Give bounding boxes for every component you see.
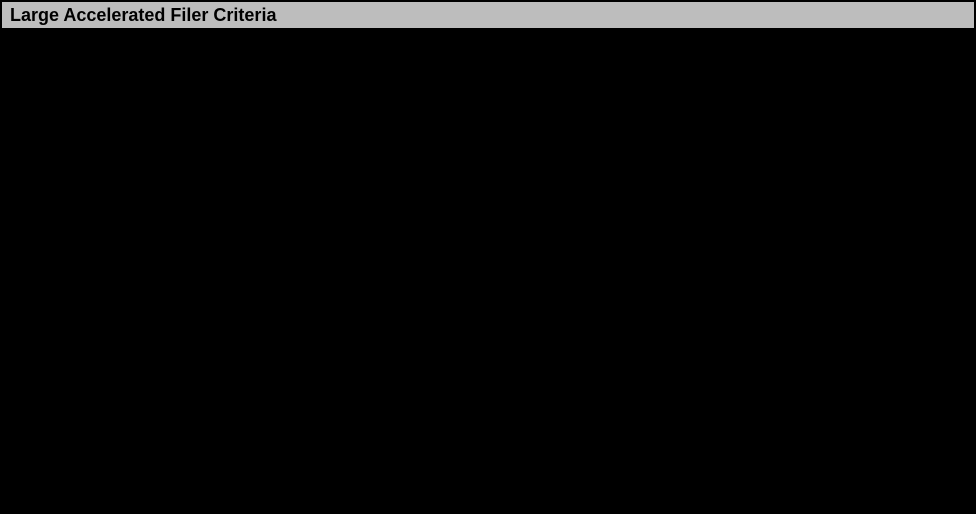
- body-region: [2, 30, 974, 512]
- document-container: Large Accelerated Filer Criteria: [0, 0, 976, 514]
- header-bar: Large Accelerated Filer Criteria: [2, 2, 974, 30]
- header-title: Large Accelerated Filer Criteria: [10, 5, 276, 26]
